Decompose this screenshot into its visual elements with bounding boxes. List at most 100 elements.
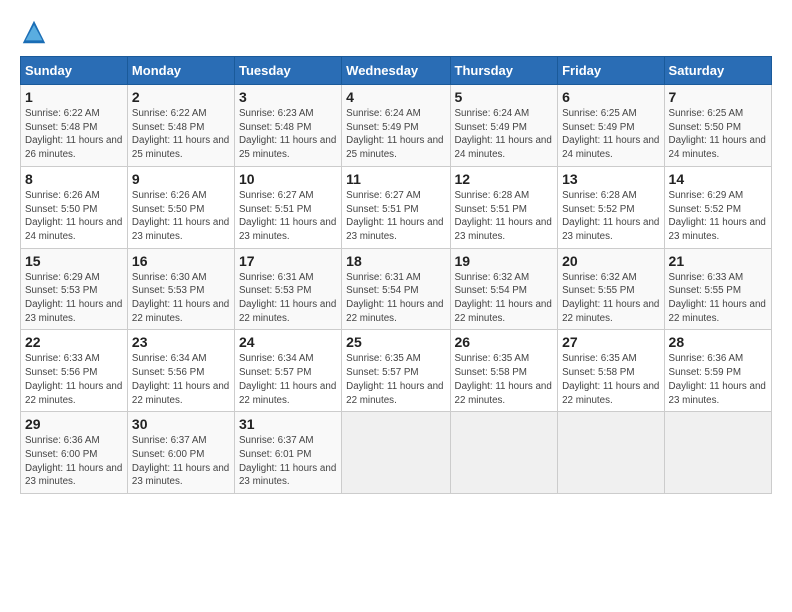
header-day-saturday: Saturday: [664, 57, 771, 85]
calendar-cell: 8 Sunrise: 6:26 AMSunset: 5:50 PMDayligh…: [21, 166, 128, 248]
cell-info: Sunrise: 6:35 AMSunset: 5:57 PMDaylight:…: [346, 353, 443, 405]
cell-info: Sunrise: 6:27 AMSunset: 5:51 PMDaylight:…: [239, 190, 336, 242]
day-number: 24: [239, 334, 337, 350]
cell-info: Sunrise: 6:22 AMSunset: 5:48 PMDaylight:…: [25, 108, 122, 160]
day-number: 16: [132, 253, 230, 269]
day-number: 15: [25, 253, 123, 269]
cell-info: Sunrise: 6:27 AMSunset: 5:51 PMDaylight:…: [346, 190, 443, 242]
day-number: 17: [239, 253, 337, 269]
header-day-sunday: Sunday: [21, 57, 128, 85]
header-day-monday: Monday: [127, 57, 234, 85]
calendar-cell: [450, 412, 558, 494]
calendar-cell: 21 Sunrise: 6:33 AMSunset: 5:55 PMDaylig…: [664, 248, 771, 330]
day-number: 3: [239, 89, 337, 105]
cell-info: Sunrise: 6:25 AMSunset: 5:50 PMDaylight:…: [669, 108, 766, 160]
day-number: 26: [455, 334, 554, 350]
calendar-cell: 22 Sunrise: 6:33 AMSunset: 5:56 PMDaylig…: [21, 330, 128, 412]
calendar-cell: [342, 412, 450, 494]
header-day-wednesday: Wednesday: [342, 57, 450, 85]
calendar-cell: 13 Sunrise: 6:28 AMSunset: 5:52 PMDaylig…: [558, 166, 664, 248]
day-number: 21: [669, 253, 767, 269]
cell-info: Sunrise: 6:37 AMSunset: 6:00 PMDaylight:…: [132, 435, 229, 487]
calendar-cell: 26 Sunrise: 6:35 AMSunset: 5:58 PMDaylig…: [450, 330, 558, 412]
day-number: 1: [25, 89, 123, 105]
week-row-3: 15 Sunrise: 6:29 AMSunset: 5:53 PMDaylig…: [21, 248, 772, 330]
calendar-cell: 24 Sunrise: 6:34 AMSunset: 5:57 PMDaylig…: [234, 330, 341, 412]
day-number: 30: [132, 416, 230, 432]
calendar-cell: 25 Sunrise: 6:35 AMSunset: 5:57 PMDaylig…: [342, 330, 450, 412]
cell-info: Sunrise: 6:33 AMSunset: 5:56 PMDaylight:…: [25, 353, 122, 405]
day-number: 6: [562, 89, 659, 105]
cell-info: Sunrise: 6:29 AMSunset: 5:53 PMDaylight:…: [25, 272, 122, 324]
calendar-cell: 31 Sunrise: 6:37 AMSunset: 6:01 PMDaylig…: [234, 412, 341, 494]
calendar-cell: 18 Sunrise: 6:31 AMSunset: 5:54 PMDaylig…: [342, 248, 450, 330]
cell-info: Sunrise: 6:34 AMSunset: 5:56 PMDaylight:…: [132, 353, 229, 405]
cell-info: Sunrise: 6:32 AMSunset: 5:55 PMDaylight:…: [562, 272, 659, 324]
day-number: 29: [25, 416, 123, 432]
cell-info: Sunrise: 6:32 AMSunset: 5:54 PMDaylight:…: [455, 272, 552, 324]
day-number: 5: [455, 89, 554, 105]
calendar-cell: 20 Sunrise: 6:32 AMSunset: 5:55 PMDaylig…: [558, 248, 664, 330]
calendar-cell: 4 Sunrise: 6:24 AMSunset: 5:49 PMDayligh…: [342, 85, 450, 167]
cell-info: Sunrise: 6:25 AMSunset: 5:49 PMDaylight:…: [562, 108, 659, 160]
calendar-cell: [558, 412, 664, 494]
cell-info: Sunrise: 6:24 AMSunset: 5:49 PMDaylight:…: [455, 108, 552, 160]
calendar-cell: 27 Sunrise: 6:35 AMSunset: 5:58 PMDaylig…: [558, 330, 664, 412]
calendar-cell: 16 Sunrise: 6:30 AMSunset: 5:53 PMDaylig…: [127, 248, 234, 330]
cell-info: Sunrise: 6:28 AMSunset: 5:51 PMDaylight:…: [455, 190, 552, 242]
cell-info: Sunrise: 6:24 AMSunset: 5:49 PMDaylight:…: [346, 108, 443, 160]
day-number: 12: [455, 171, 554, 187]
day-number: 25: [346, 334, 445, 350]
page: SundayMondayTuesdayWednesdayThursdayFrid…: [0, 0, 792, 504]
header-row: SundayMondayTuesdayWednesdayThursdayFrid…: [21, 57, 772, 85]
calendar-cell: [664, 412, 771, 494]
day-number: 2: [132, 89, 230, 105]
header-day-thursday: Thursday: [450, 57, 558, 85]
cell-info: Sunrise: 6:23 AMSunset: 5:48 PMDaylight:…: [239, 108, 336, 160]
calendar-cell: 2 Sunrise: 6:22 AMSunset: 5:48 PMDayligh…: [127, 85, 234, 167]
day-number: 31: [239, 416, 337, 432]
cell-info: Sunrise: 6:36 AMSunset: 5:59 PMDaylight:…: [669, 353, 766, 405]
week-row-2: 8 Sunrise: 6:26 AMSunset: 5:50 PMDayligh…: [21, 166, 772, 248]
day-number: 4: [346, 89, 445, 105]
cell-info: Sunrise: 6:36 AMSunset: 6:00 PMDaylight:…: [25, 435, 122, 487]
calendar-cell: 19 Sunrise: 6:32 AMSunset: 5:54 PMDaylig…: [450, 248, 558, 330]
day-number: 11: [346, 171, 445, 187]
calendar-cell: 9 Sunrise: 6:26 AMSunset: 5:50 PMDayligh…: [127, 166, 234, 248]
cell-info: Sunrise: 6:35 AMSunset: 5:58 PMDaylight:…: [455, 353, 552, 405]
cell-info: Sunrise: 6:26 AMSunset: 5:50 PMDaylight:…: [132, 190, 229, 242]
cell-info: Sunrise: 6:28 AMSunset: 5:52 PMDaylight:…: [562, 190, 659, 242]
calendar-cell: 1 Sunrise: 6:22 AMSunset: 5:48 PMDayligh…: [21, 85, 128, 167]
calendar-cell: 12 Sunrise: 6:28 AMSunset: 5:51 PMDaylig…: [450, 166, 558, 248]
day-number: 8: [25, 171, 123, 187]
calendar-cell: 10 Sunrise: 6:27 AMSunset: 5:51 PMDaylig…: [234, 166, 341, 248]
calendar-cell: 28 Sunrise: 6:36 AMSunset: 5:59 PMDaylig…: [664, 330, 771, 412]
day-number: 22: [25, 334, 123, 350]
day-number: 20: [562, 253, 659, 269]
header: [20, 18, 772, 46]
day-number: 13: [562, 171, 659, 187]
week-row-5: 29 Sunrise: 6:36 AMSunset: 6:00 PMDaylig…: [21, 412, 772, 494]
calendar-cell: 17 Sunrise: 6:31 AMSunset: 5:53 PMDaylig…: [234, 248, 341, 330]
calendar-cell: 3 Sunrise: 6:23 AMSunset: 5:48 PMDayligh…: [234, 85, 341, 167]
calendar-cell: 15 Sunrise: 6:29 AMSunset: 5:53 PMDaylig…: [21, 248, 128, 330]
cell-info: Sunrise: 6:26 AMSunset: 5:50 PMDaylight:…: [25, 190, 122, 242]
calendar-body: 1 Sunrise: 6:22 AMSunset: 5:48 PMDayligh…: [21, 85, 772, 494]
calendar-cell: 6 Sunrise: 6:25 AMSunset: 5:49 PMDayligh…: [558, 85, 664, 167]
calendar-cell: 14 Sunrise: 6:29 AMSunset: 5:52 PMDaylig…: [664, 166, 771, 248]
logo-icon: [20, 18, 48, 46]
cell-info: Sunrise: 6:22 AMSunset: 5:48 PMDaylight:…: [132, 108, 229, 160]
header-day-tuesday: Tuesday: [234, 57, 341, 85]
day-number: 10: [239, 171, 337, 187]
cell-info: Sunrise: 6:34 AMSunset: 5:57 PMDaylight:…: [239, 353, 336, 405]
header-day-friday: Friday: [558, 57, 664, 85]
week-row-1: 1 Sunrise: 6:22 AMSunset: 5:48 PMDayligh…: [21, 85, 772, 167]
day-number: 27: [562, 334, 659, 350]
logo: [20, 18, 50, 46]
calendar-cell: 30 Sunrise: 6:37 AMSunset: 6:00 PMDaylig…: [127, 412, 234, 494]
calendar-cell: 7 Sunrise: 6:25 AMSunset: 5:50 PMDayligh…: [664, 85, 771, 167]
day-number: 9: [132, 171, 230, 187]
calendar-cell: 11 Sunrise: 6:27 AMSunset: 5:51 PMDaylig…: [342, 166, 450, 248]
calendar-cell: 29 Sunrise: 6:36 AMSunset: 6:00 PMDaylig…: [21, 412, 128, 494]
day-number: 19: [455, 253, 554, 269]
